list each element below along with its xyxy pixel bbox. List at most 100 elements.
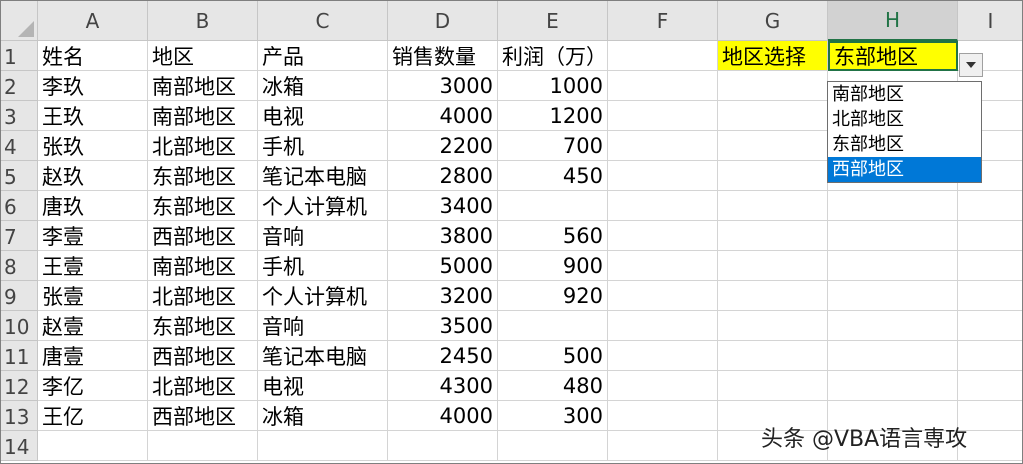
cell-b1[interactable]: 地区 xyxy=(148,41,258,71)
cell-e13[interactable]: 300 xyxy=(498,401,608,431)
cell-a13[interactable]: 王亿 xyxy=(38,401,148,431)
cell-f9[interactable] xyxy=(608,281,718,311)
cell-c11[interactable]: 笔记本电脑 xyxy=(258,341,388,371)
cell-c5[interactable]: 笔记本电脑 xyxy=(258,161,388,191)
column-header-i[interactable]: I xyxy=(958,1,1022,41)
cell-b11[interactable]: 西部地区 xyxy=(148,341,258,371)
column-header-g[interactable]: G xyxy=(718,1,828,41)
cell-i7[interactable] xyxy=(958,221,1022,251)
cell-d4[interactable]: 2200 xyxy=(388,131,498,161)
cell-f6[interactable] xyxy=(608,191,718,221)
dropdown-option[interactable]: 东部地区 xyxy=(828,132,981,157)
cell-c6[interactable]: 个人计算机 xyxy=(258,191,388,221)
dropdown-option[interactable]: 南部地区 xyxy=(828,82,981,107)
cell-f5[interactable] xyxy=(608,161,718,191)
cell-c14[interactable] xyxy=(258,431,388,461)
column-header-e[interactable]: E xyxy=(498,1,608,41)
cell-h7[interactable] xyxy=(828,221,958,251)
cell-e5[interactable]: 450 xyxy=(498,161,608,191)
dropdown-option[interactable]: 西部地区 xyxy=(828,157,981,182)
cell-d14[interactable] xyxy=(388,431,498,461)
cell-g6[interactable] xyxy=(718,191,828,221)
cell-g9[interactable] xyxy=(718,281,828,311)
cell-a4[interactable]: 张玖 xyxy=(38,131,148,161)
cell-d10[interactable]: 3500 xyxy=(388,311,498,341)
cell-g12[interactable] xyxy=(718,371,828,401)
cell-c8[interactable]: 手机 xyxy=(258,251,388,281)
cell-c13[interactable]: 冰箱 xyxy=(258,401,388,431)
row-header-2[interactable]: 2 xyxy=(1,71,38,101)
cell-f3[interactable] xyxy=(608,101,718,131)
cell-d7[interactable]: 3800 xyxy=(388,221,498,251)
cell-i9[interactable] xyxy=(958,281,1022,311)
column-header-f[interactable]: F xyxy=(608,1,718,41)
cell-f12[interactable] xyxy=(608,371,718,401)
cell-a1[interactable]: 姓名 xyxy=(38,41,148,71)
cell-i12[interactable] xyxy=(958,371,1022,401)
cell-e8[interactable]: 900 xyxy=(498,251,608,281)
row-header-13[interactable]: 13 xyxy=(1,401,38,431)
column-header-h[interactable]: H xyxy=(828,1,958,41)
cell-e2[interactable]: 1000 xyxy=(498,71,608,101)
row-header-11[interactable]: 11 xyxy=(1,341,38,371)
row-header-6[interactable]: 6 xyxy=(1,191,38,221)
cell-d8[interactable]: 5000 xyxy=(388,251,498,281)
cell-h6[interactable] xyxy=(828,191,958,221)
cell-f14[interactable] xyxy=(608,431,718,461)
cell-g11[interactable] xyxy=(718,341,828,371)
cell-d1[interactable]: 销售数量 xyxy=(388,41,498,71)
cell-d9[interactable]: 3200 xyxy=(388,281,498,311)
cell-b7[interactable]: 西部地区 xyxy=(148,221,258,251)
cell-b12[interactable]: 北部地区 xyxy=(148,371,258,401)
cell-h11[interactable] xyxy=(828,341,958,371)
row-header-9[interactable]: 9 xyxy=(1,281,38,311)
column-header-c[interactable]: C xyxy=(258,1,388,41)
cell-e10[interactable] xyxy=(498,311,608,341)
cell-e3[interactable]: 1200 xyxy=(498,101,608,131)
cell-f13[interactable] xyxy=(608,401,718,431)
cell-d13[interactable]: 4000 xyxy=(388,401,498,431)
cell-g7[interactable] xyxy=(718,221,828,251)
cell-d3[interactable]: 4000 xyxy=(388,101,498,131)
cell-f7[interactable] xyxy=(608,221,718,251)
cell-d6[interactable]: 3400 xyxy=(388,191,498,221)
cell-a10[interactable]: 赵壹 xyxy=(38,311,148,341)
cell-i10[interactable] xyxy=(958,311,1022,341)
cell-c12[interactable]: 电视 xyxy=(258,371,388,401)
cell-e4[interactable]: 700 xyxy=(498,131,608,161)
cell-g8[interactable] xyxy=(718,251,828,281)
cell-f4[interactable] xyxy=(608,131,718,161)
dropdown-button[interactable] xyxy=(959,53,983,77)
cell-a11[interactable]: 唐壹 xyxy=(38,341,148,371)
column-header-b[interactable]: B xyxy=(148,1,258,41)
cell-e11[interactable]: 500 xyxy=(498,341,608,371)
column-header-a[interactable]: A xyxy=(38,1,148,41)
row-header-10[interactable]: 10 xyxy=(1,311,38,341)
cell-h9[interactable] xyxy=(828,281,958,311)
cell-a6[interactable]: 唐玖 xyxy=(38,191,148,221)
cell-a9[interactable]: 张壹 xyxy=(38,281,148,311)
region-selector-label[interactable]: 地区选择 xyxy=(718,41,828,71)
cell-a3[interactable]: 王玖 xyxy=(38,101,148,131)
cell-f10[interactable] xyxy=(608,311,718,341)
cell-e1[interactable]: 利润（万） xyxy=(498,41,608,71)
cell-a14[interactable] xyxy=(38,431,148,461)
cell-g10[interactable] xyxy=(718,311,828,341)
cell-c4[interactable]: 手机 xyxy=(258,131,388,161)
cell-g5[interactable] xyxy=(718,161,828,191)
cell-c3[interactable]: 电视 xyxy=(258,101,388,131)
cell-a12[interactable]: 李亿 xyxy=(38,371,148,401)
cell-c9[interactable]: 个人计算机 xyxy=(258,281,388,311)
cell-a2[interactable]: 李玖 xyxy=(38,71,148,101)
row-header-5[interactable]: 5 xyxy=(1,161,38,191)
cell-d5[interactable]: 2800 xyxy=(388,161,498,191)
column-header-d[interactable]: D xyxy=(388,1,498,41)
cell-b10[interactable]: 东部地区 xyxy=(148,311,258,341)
row-header-1[interactable]: 1 xyxy=(1,41,38,71)
cell-b2[interactable]: 南部地区 xyxy=(148,71,258,101)
cell-c1[interactable]: 产品 xyxy=(258,41,388,71)
cell-a5[interactable]: 赵玖 xyxy=(38,161,148,191)
cell-h8[interactable] xyxy=(828,251,958,281)
cell-e9[interactable]: 920 xyxy=(498,281,608,311)
cell-c7[interactable]: 音响 xyxy=(258,221,388,251)
